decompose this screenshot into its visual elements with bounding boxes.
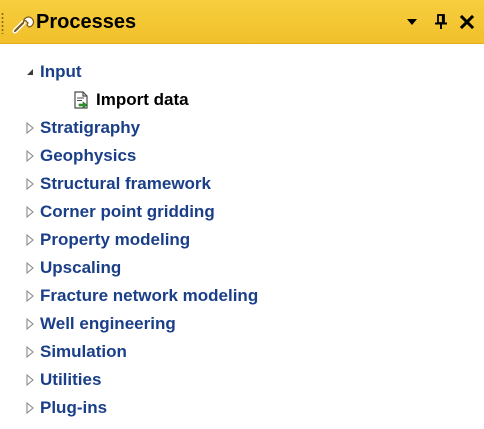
tree-item-label: Geophysics — [40, 146, 137, 165]
tree-item-property-modeling[interactable]: Property modeling — [0, 228, 484, 252]
wrench-icon — [12, 16, 34, 34]
expand-arrow-icon[interactable] — [24, 402, 36, 414]
tree-item-label: Utilities — [40, 370, 102, 389]
tree-item-label: Plug-ins — [40, 398, 108, 417]
drag-grip[interactable] — [1, 12, 4, 34]
expand-arrow-icon[interactable] — [24, 178, 36, 190]
expand-arrow-icon[interactable] — [24, 290, 36, 302]
tree-item-label: Upscaling — [40, 258, 122, 277]
tree-item-label: Well engineering — [40, 314, 176, 333]
tree-item-import-data[interactable]: Import data — [0, 88, 484, 112]
panel-titlebar[interactable]: Processes — [0, 0, 484, 44]
expand-arrow-icon[interactable] — [24, 318, 36, 330]
tree-item-label: Structural framework — [40, 174, 211, 193]
tree-item-corner-point-gridding[interactable]: Corner point gridding — [0, 200, 484, 224]
expand-arrow-icon[interactable] — [24, 206, 36, 218]
expand-arrow-icon[interactable] — [24, 374, 36, 386]
tree-item-utilities[interactable]: Utilities — [0, 368, 484, 392]
expand-arrow-icon[interactable] — [24, 234, 36, 246]
import-data-icon — [74, 91, 88, 109]
expand-arrow-icon[interactable] — [24, 122, 36, 134]
tree-item-structural-framework[interactable]: Structural framework — [0, 172, 484, 196]
tree-item-label: Input — [40, 62, 82, 81]
dropdown-arrow-icon — [407, 19, 417, 25]
collapse-arrow-icon[interactable] — [24, 66, 36, 78]
tree-item-geophysics[interactable]: Geophysics — [0, 144, 484, 168]
pin-button[interactable] — [432, 13, 450, 31]
close-icon — [460, 15, 474, 29]
tree-item-plug-ins[interactable]: Plug-ins — [0, 396, 484, 420]
tree-item-simulation[interactable]: Simulation — [0, 340, 484, 364]
tree-item-label: Corner point gridding — [40, 202, 215, 221]
tree-item-label: Property modeling — [40, 230, 191, 249]
expand-arrow-icon[interactable] — [24, 346, 36, 358]
tree-item-upscaling[interactable]: Upscaling — [0, 256, 484, 280]
tree-item-well-engineering[interactable]: Well engineering — [0, 312, 484, 336]
close-button[interactable] — [458, 13, 476, 31]
tree-item-stratigraphy[interactable]: Stratigraphy — [0, 116, 484, 140]
dropdown-button[interactable] — [403, 13, 421, 31]
panel-title: Processes — [36, 11, 137, 33]
pin-icon — [435, 14, 447, 29]
expand-arrow-icon[interactable] — [24, 150, 36, 162]
tree-item-label: Fracture network modeling — [40, 286, 259, 305]
expand-arrow-icon[interactable] — [24, 262, 36, 274]
tree-item-fracture-network-modeling[interactable]: Fracture network modeling — [0, 284, 484, 308]
tree-item-label: Stratigraphy — [40, 118, 141, 137]
tree-item-label: Simulation — [40, 342, 127, 361]
tree-item-input[interactable]: Input — [0, 60, 484, 84]
processes-panel: Processes Input Import data Stratigraphy… — [0, 0, 484, 429]
tree-item-label: Import data — [96, 90, 189, 109]
